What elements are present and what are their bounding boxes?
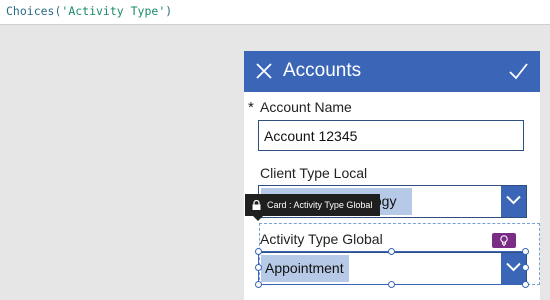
- resize-handle-bottom-right[interactable]: [522, 281, 529, 288]
- resize-handle-top-right[interactable]: [522, 248, 529, 255]
- resize-handle-left[interactable]: [255, 264, 262, 271]
- card-tooltip: Card : Activity Type Global: [245, 194, 381, 221]
- resize-handle-bottom[interactable]: [388, 281, 395, 288]
- form-header: Accounts: [244, 51, 540, 92]
- resize-handle-right[interactable]: [522, 264, 529, 271]
- formula-bar[interactable]: Choices('Activity Type'): [0, 0, 550, 25]
- formula-close-paren: ): [165, 4, 173, 18]
- account-name-label: Account Name: [260, 99, 352, 115]
- formula-argument: 'Activity Type': [61, 4, 166, 18]
- lock-icon: [252, 200, 261, 210]
- tooltip-text: Card : Activity Type Global: [267, 200, 373, 210]
- formula-text[interactable]: Choices('Activity Type'): [6, 4, 172, 18]
- control-selection-box[interactable]: [258, 251, 526, 285]
- resize-handle-top-left[interactable]: [255, 248, 262, 255]
- account-name-input[interactable]: [258, 120, 524, 151]
- resize-handle-top[interactable]: [388, 248, 395, 255]
- lightbulb-icon: [500, 235, 508, 246]
- checkmark-icon[interactable]: [509, 62, 528, 81]
- required-marker: *: [248, 99, 254, 116]
- hint-badge[interactable]: [492, 233, 516, 248]
- formula-function: Choices(: [6, 4, 62, 18]
- chevron-down-icon: [506, 195, 521, 205]
- form-title: Accounts: [283, 60, 362, 81]
- close-icon[interactable]: [256, 63, 272, 79]
- resize-handle-bottom-left[interactable]: [255, 281, 262, 288]
- client-type-dropdown-button[interactable]: [501, 186, 526, 217]
- client-type-label: Client Type Local: [260, 165, 368, 181]
